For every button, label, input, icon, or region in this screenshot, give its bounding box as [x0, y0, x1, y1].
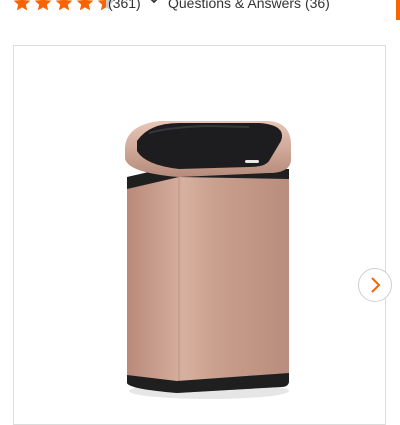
chevron-down-icon[interactable] — [145, 0, 163, 6]
chevron-right-icon — [371, 277, 381, 293]
star-icon — [55, 0, 73, 11]
questions-answers-link[interactable]: Questions & Answers (36) — [168, 0, 330, 11]
rating-bar: (361) Questions & Answers (36) — [0, 0, 400, 22]
review-count[interactable]: (361) — [108, 0, 141, 11]
star-icon — [76, 0, 94, 11]
product-image-card — [13, 45, 392, 425]
star-rating[interactable] — [12, 0, 116, 15]
accent-edge — [396, 0, 400, 20]
next-image-button[interactable] — [358, 268, 392, 302]
star-icon — [34, 0, 52, 11]
star-icon — [13, 0, 31, 11]
trash-can-image[interactable] — [119, 81, 299, 401]
